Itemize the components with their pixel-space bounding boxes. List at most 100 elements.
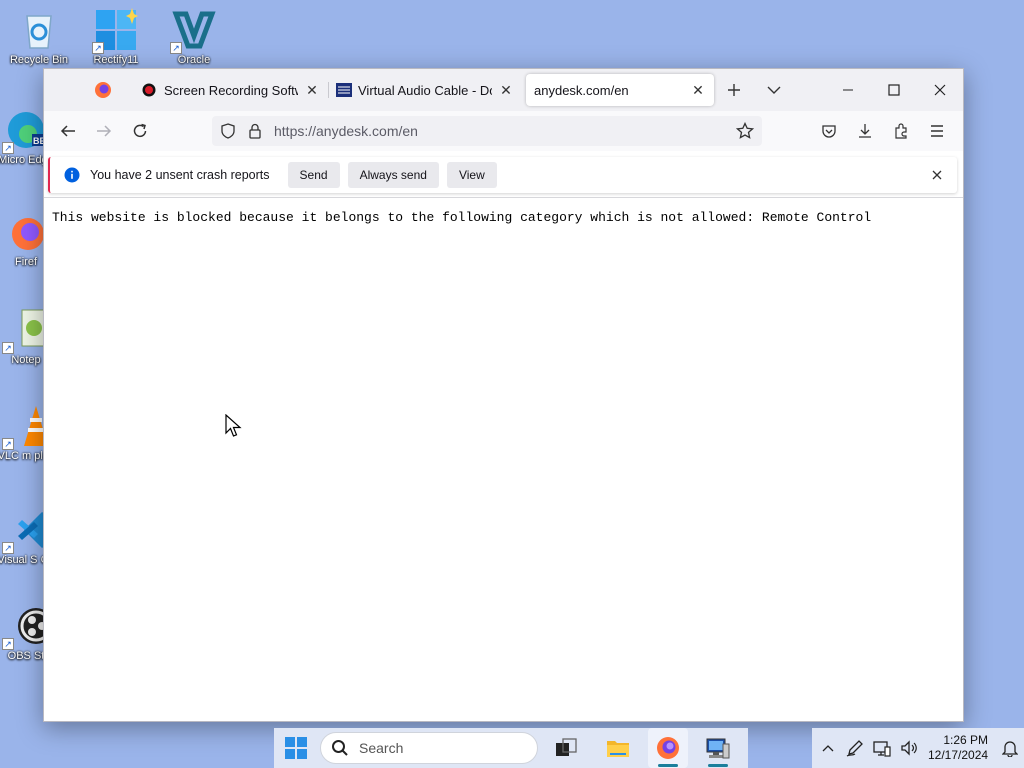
rectify11-icon: ↗ <box>92 8 138 54</box>
always-send-button[interactable]: Always send <box>347 162 439 188</box>
crash-report-notification: You have 2 unsent crash reports Send Alw… <box>48 157 957 193</box>
search-icon <box>332 740 348 756</box>
desktop-icon-rectify11[interactable]: ↗ Rectify11 <box>80 8 152 67</box>
taskbar-network-app-button[interactable] <box>698 728 738 768</box>
maximize-button[interactable] <box>871 69 917 111</box>
extensions-button[interactable] <box>883 115 919 147</box>
chevron-up-icon <box>822 745 833 752</box>
edge-icon: BE ↗ <box>2 108 48 154</box>
firefox-view-button[interactable] <box>44 69 126 111</box>
reload-button[interactable] <box>122 115 158 147</box>
close-notification-button[interactable] <box>929 167 945 183</box>
network-status-button[interactable] <box>868 728 895 768</box>
shortcut-arrow-icon: ↗ <box>92 42 104 54</box>
vlc-icon: ↗ <box>2 404 48 450</box>
clock[interactable]: 1:26 PM 12/17/2024 <box>928 733 988 763</box>
pen-menu-button[interactable] <box>841 728 868 768</box>
downloads-button[interactable] <box>847 115 883 147</box>
chevron-down-icon <box>767 86 781 94</box>
taskbar: Search <box>274 728 748 768</box>
tab-bar: Screen Recording Software ✕ Virtual Audi… <box>44 69 963 111</box>
bell-icon <box>1001 741 1018 757</box>
close-window-button[interactable] <box>917 69 963 111</box>
show-hidden-icons-button[interactable] <box>814 728 841 768</box>
forward-button[interactable] <box>86 115 122 147</box>
reload-icon <box>133 123 147 138</box>
pocket-icon <box>822 125 836 138</box>
virtualbox-icon: ↗ <box>170 8 216 54</box>
view-button[interactable]: View <box>446 162 497 188</box>
shortcut-arrow-icon: ↗ <box>2 438 14 450</box>
tab-anydesk[interactable]: anydesk.com/en ✕ <box>526 74 714 106</box>
content-divider <box>44 197 963 198</box>
file-explorer-button[interactable] <box>598 728 638 768</box>
notepad-icon: ↗ <box>2 308 48 354</box>
bookmark-star-icon[interactable] <box>736 122 754 140</box>
recycle-bin-icon <box>17 8 61 52</box>
pen-icon <box>846 740 863 757</box>
list-all-tabs-button[interactable] <box>754 74 794 106</box>
browser-window: Screen Recording Software ✕ Virtual Audi… <box>43 68 964 722</box>
desktop-icon-label: Recycle Bin <box>9 54 69 66</box>
clock-date: 12/17/2024 <box>928 748 989 762</box>
app-menu-button[interactable] <box>919 115 955 147</box>
close-tab-icon[interactable]: ✕ <box>498 82 514 98</box>
folder-icon <box>607 741 629 757</box>
shortcut-arrow-icon: ↗ <box>2 342 14 354</box>
mouse-cursor-icon <box>225 414 242 437</box>
desktop-icon-label: Rectify11 <box>93 54 139 66</box>
close-icon <box>934 84 946 96</box>
navigation-toolbar: https://anydesk.com/en <box>44 111 963 151</box>
network-icon <box>872 741 891 757</box>
desktop-icon-oracle[interactable]: ↗ Oracle <box>158 8 230 67</box>
vac-icon <box>336 83 352 97</box>
lock-icon[interactable] <box>248 123 262 139</box>
vscode-icon: ↗ <box>2 508 48 554</box>
taskbar-search-box[interactable]: Search <box>320 732 538 764</box>
info-icon <box>64 167 80 183</box>
firefox-icon <box>657 737 679 759</box>
close-icon <box>932 170 942 180</box>
tab-title: anydesk.com/en <box>534 82 629 98</box>
download-icon <box>859 124 871 138</box>
speaker-icon <box>900 740 917 756</box>
hamburger-menu-icon <box>931 125 943 137</box>
tab-virtual-audio-cable[interactable]: Virtual Audio Cable - Download ✕ <box>328 74 522 106</box>
close-tab-icon[interactable]: ✕ <box>304 82 320 98</box>
network-computer-icon <box>706 738 730 759</box>
volume-button[interactable] <box>895 728 922 768</box>
search-label: Search <box>359 740 404 756</box>
pocket-button[interactable] <box>811 115 847 147</box>
desktop-icon-label: Oracle <box>177 54 211 66</box>
minimize-button[interactable] <box>825 69 871 111</box>
notifications-button[interactable] <box>996 728 1023 768</box>
puzzle-icon <box>895 123 907 139</box>
shortcut-arrow-icon: ↗ <box>2 638 14 650</box>
tab-title: Virtual Audio Cable - Download <box>358 82 492 98</box>
url-bar[interactable]: https://anydesk.com/en <box>212 116 762 146</box>
shortcut-arrow-icon: ↗ <box>170 42 182 54</box>
shortcut-arrow-icon: ↗ <box>2 142 14 154</box>
send-button[interactable]: Send <box>287 162 340 188</box>
system-tray: 1:26 PM 12/17/2024 <box>812 728 1024 768</box>
minimize-icon <box>843 89 853 91</box>
firefox-logo-icon <box>95 82 111 98</box>
start-button[interactable] <box>276 728 316 768</box>
record-icon <box>142 83 156 97</box>
back-button[interactable] <box>50 115 86 147</box>
close-tab-icon[interactable]: ✕ <box>690 82 706 98</box>
task-view-icon <box>556 738 577 756</box>
task-view-button[interactable] <box>546 728 586 768</box>
arrow-right-icon <box>97 125 112 137</box>
notification-message: You have 2 unsent crash reports <box>90 168 270 182</box>
arrow-left-icon <box>60 125 75 137</box>
tab-screen-recording[interactable]: Screen Recording Software ✕ <box>134 74 328 106</box>
clock-time: 1:26 PM <box>943 733 989 747</box>
maximize-icon <box>888 84 900 96</box>
new-tab-button[interactable] <box>714 74 754 106</box>
taskbar-firefox-button[interactable] <box>648 728 688 768</box>
windows-logo-icon <box>285 737 307 759</box>
tab-title: Screen Recording Software <box>164 82 298 98</box>
shield-icon[interactable] <box>220 123 236 139</box>
desktop-icon-recycle-bin[interactable]: Recycle Bin <box>3 8 75 67</box>
